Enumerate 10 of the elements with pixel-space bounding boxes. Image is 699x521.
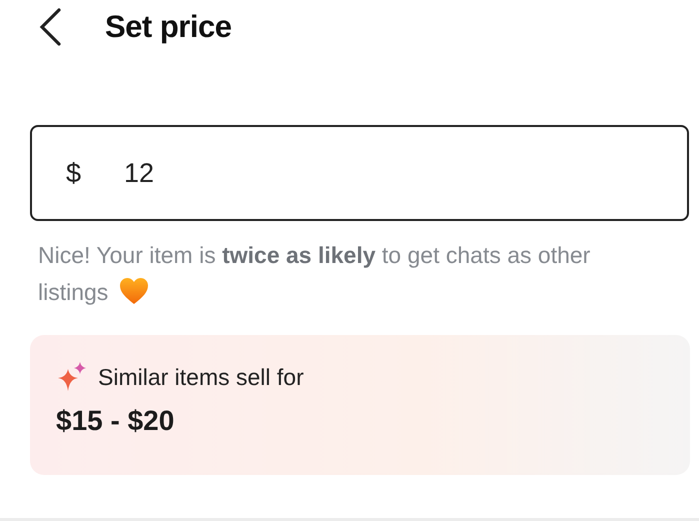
price-range: $15 - $20 — [56, 405, 176, 437]
hint-text: listings — [38, 279, 108, 305]
page-title: Set price — [105, 9, 232, 45]
suggestion-label: Similar items sell for — [98, 364, 304, 390]
heart-icon — [118, 277, 149, 305]
hint-text: Nice! Your item is twice as likely to get chats as other — [38, 242, 590, 268]
currency-symbol: $ — [66, 158, 82, 188]
price-value: 12 — [124, 158, 154, 188]
price-field[interactable]: $ 12 — [30, 125, 689, 221]
back-icon[interactable] — [38, 7, 62, 47]
